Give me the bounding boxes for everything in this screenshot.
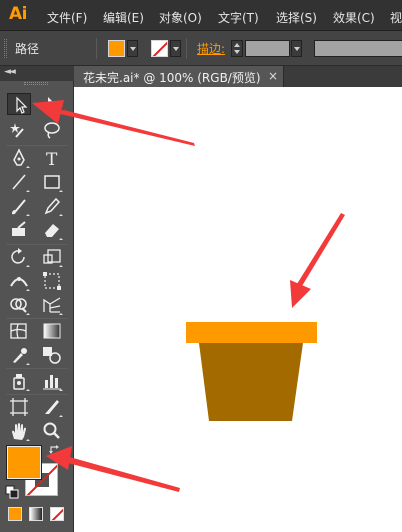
annotation-arrow <box>46 446 180 492</box>
annotation-arrow <box>290 213 345 308</box>
annotation-arrow <box>32 100 195 146</box>
annotation-layer <box>32 100 345 492</box>
